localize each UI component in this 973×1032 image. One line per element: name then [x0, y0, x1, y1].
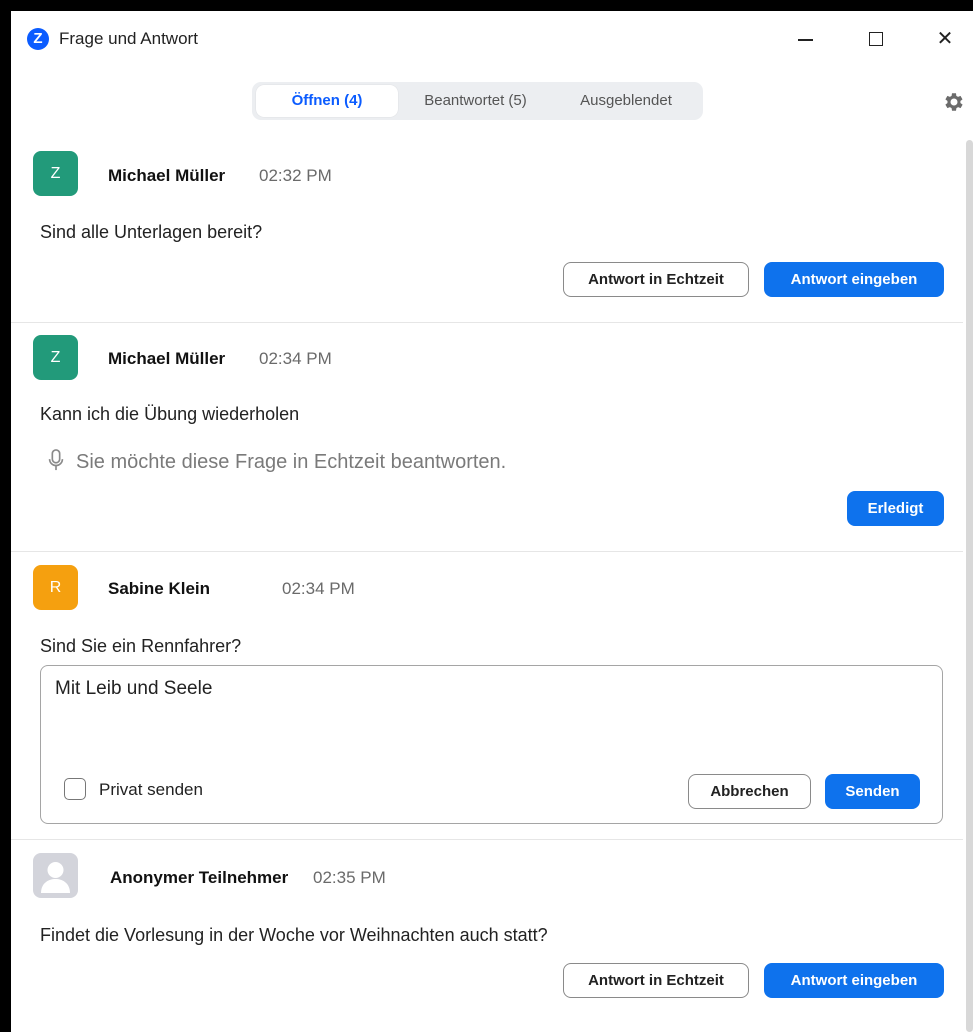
done-button[interactable]: Erledigt: [847, 491, 944, 526]
answer-text: Mit Leib und Seele: [55, 678, 213, 699]
type-answer-button[interactable]: Antwort eingeben: [764, 963, 944, 998]
close-icon: ✕: [936, 28, 954, 50]
participant-name: Michael Müller: [108, 166, 226, 185]
qa-tabs: Öffnen (4) Beantwortet (5) Ausgeblendet: [252, 82, 703, 120]
live-answer-text: Sie möchte diese Frage in Echtzeit beant…: [76, 451, 507, 473]
avatar: Z: [33, 335, 78, 380]
minimize-button[interactable]: [785, 23, 825, 55]
send-button[interactable]: Senden: [825, 774, 920, 809]
live-answer-note: Sie möchte diese Frage in Echtzeit beant…: [46, 449, 506, 474]
divider: [11, 551, 963, 552]
anonymous-avatar: [33, 853, 78, 898]
answer-live-button[interactable]: Antwort in Echtzeit: [563, 963, 749, 998]
avatar: Z: [33, 151, 78, 196]
question-text: Kann ich die Übung wiederholen: [40, 404, 300, 424]
tab-dismissed[interactable]: Ausgeblendet: [556, 85, 696, 117]
question-time: 02:35 PM: [313, 868, 386, 887]
divider: [11, 839, 963, 840]
scrollbar[interactable]: [966, 140, 973, 1032]
avatar: R: [33, 565, 78, 610]
participant-name: Sabine Klein: [108, 579, 211, 598]
maximize-icon: [869, 32, 883, 46]
window-title: Frage und Antwort: [59, 29, 198, 48]
answer-live-button[interactable]: Antwort in Echtzeit: [563, 262, 749, 297]
question-text: Sind alle Unterlagen bereit?: [40, 222, 263, 242]
participant-name: Anonymer Teilnehmer: [110, 868, 289, 887]
participant-name: Michael Müller: [108, 349, 226, 368]
gear-icon[interactable]: [942, 90, 966, 114]
question-time: 02:34 PM: [259, 349, 332, 368]
divider: [11, 322, 963, 323]
microphone-icon: [48, 449, 64, 471]
type-answer-button[interactable]: Antwort eingeben: [764, 262, 944, 297]
private-checkbox[interactable]: [64, 778, 86, 800]
maximize-button[interactable]: [856, 23, 896, 55]
tab-open[interactable]: Öffnen (4): [256, 85, 398, 117]
zoom-logo-icon: Z: [27, 28, 49, 50]
cancel-button[interactable]: Abbrechen: [688, 774, 811, 809]
close-button[interactable]: ✕: [925, 23, 965, 55]
tab-answered[interactable]: Beantwortet (5): [408, 85, 543, 117]
title-bar: Z Frage und Antwort ✕: [11, 11, 973, 69]
question-text: Sind Sie ein Rennfahrer?: [40, 636, 242, 656]
answer-textarea[interactable]: Mit Leib und Seele Privat senden Abbrech…: [40, 665, 943, 824]
question-time: 02:34 PM: [282, 579, 355, 598]
user-icon: [41, 862, 70, 893]
question-text: Findet die Vorlesung in der Woche vor We…: [40, 925, 548, 945]
minimize-icon: [798, 39, 813, 41]
private-label: Privat senden: [99, 780, 203, 799]
question-time: 02:32 PM: [259, 166, 332, 185]
